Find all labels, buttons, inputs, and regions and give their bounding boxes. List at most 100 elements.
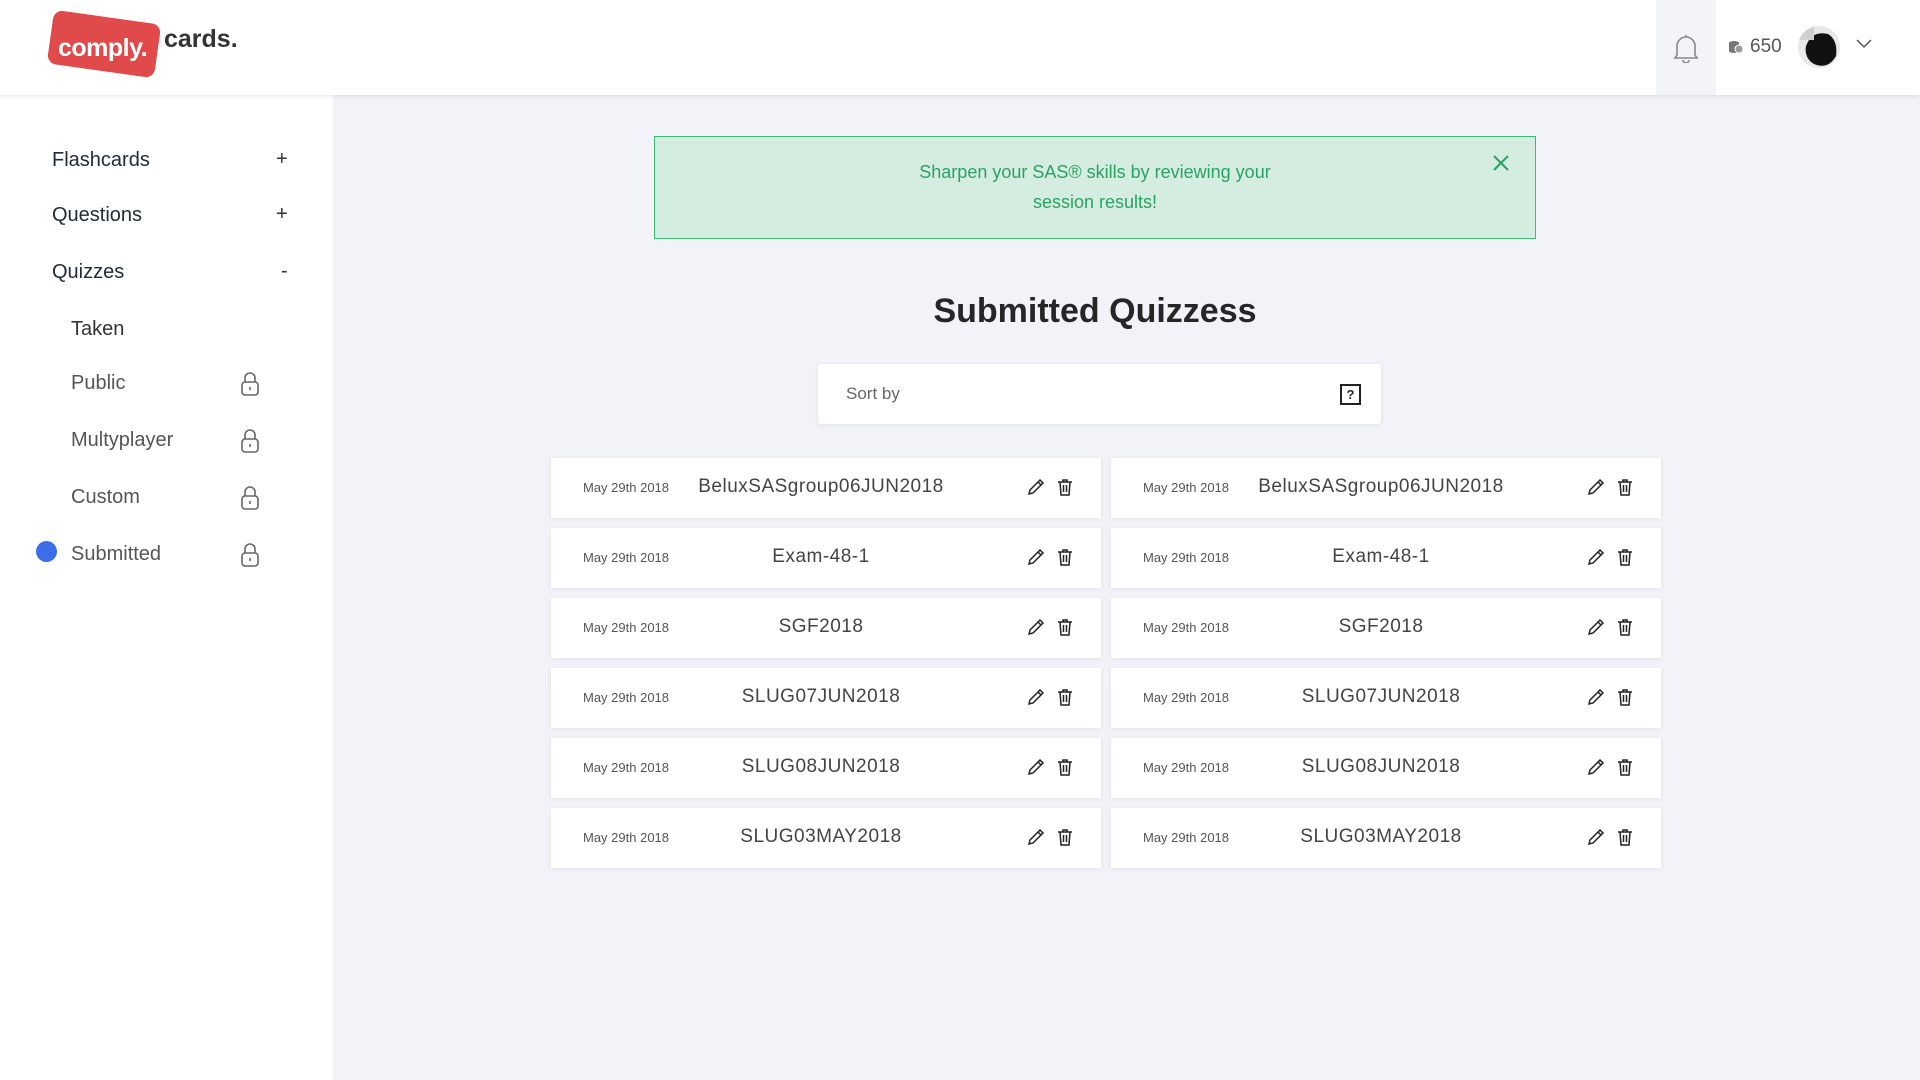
- quiz-name[interactable]: SGF2018: [1251, 616, 1511, 638]
- trash-icon[interactable]: [1617, 618, 1633, 636]
- logo-text: cards.: [164, 24, 238, 53]
- quiz-card[interactable]: May 29th 2018 Exam-48-1: [1111, 528, 1661, 588]
- quiz-card[interactable]: May 29th 2018 SLUG07JUN2018: [551, 668, 1101, 728]
- pencil-icon[interactable]: [1587, 688, 1605, 706]
- account-menu-toggle[interactable]: [1856, 36, 1872, 54]
- quiz-card[interactable]: May 29th 2018 SGF2018: [1111, 598, 1661, 658]
- user-avatar-icon: [1798, 26, 1840, 68]
- trash-icon[interactable]: [1617, 548, 1633, 566]
- trash-icon[interactable]: [1057, 828, 1073, 846]
- quiz-name[interactable]: SLUG08JUN2018: [1251, 756, 1511, 778]
- quiz-card[interactable]: May 29th 2018 BeluxSASgroup06JUN2018: [551, 458, 1101, 518]
- pencil-icon[interactable]: [1027, 478, 1045, 496]
- pencil-icon[interactable]: [1027, 828, 1045, 846]
- expand-flashcards-button[interactable]: +: [276, 148, 288, 171]
- sidebar-item-quizzes[interactable]: Quizzes: [52, 261, 124, 284]
- sidebar-item-flashcards[interactable]: Flashcards: [52, 149, 150, 172]
- sidebar-item-public[interactable]: Public: [71, 372, 125, 395]
- quiz-date: May 29th 2018: [583, 690, 670, 705]
- sort-field[interactable]: ?: [818, 364, 1381, 424]
- quiz-date: May 29th 2018: [583, 550, 670, 565]
- quiz-card[interactable]: May 29th 2018 SLUG03MAY2018: [1111, 808, 1661, 868]
- sidebar: Flashcards + Questions + Quizzes - Taken…: [0, 95, 333, 1080]
- trash-icon[interactable]: [1617, 758, 1633, 776]
- quiz-grid: May 29th 2018 BeluxSASgroup06JUN2018 May…: [551, 458, 1661, 868]
- pencil-icon[interactable]: [1027, 758, 1045, 776]
- lock-icon: [241, 372, 259, 396]
- quiz-date: May 29th 2018: [1143, 620, 1230, 635]
- sidebar-item-submitted[interactable]: Submitted: [71, 543, 161, 566]
- quiz-name[interactable]: SLUG08JUN2018: [691, 756, 951, 778]
- trash-icon[interactable]: [1057, 688, 1073, 706]
- quiz-name[interactable]: BeluxSASgroup06JUN2018: [1251, 476, 1511, 498]
- sidebar-item-custom[interactable]: Custom: [71, 486, 140, 509]
- quiz-date: May 29th 2018: [1143, 760, 1230, 775]
- collapse-quizzes-button[interactable]: -: [281, 260, 288, 283]
- quiz-card[interactable]: May 29th 2018 BeluxSASgroup06JUN2018: [1111, 458, 1661, 518]
- sidebar-item-multyplayer[interactable]: Multyplayer: [71, 429, 173, 452]
- pencil-icon[interactable]: [1027, 548, 1045, 566]
- quiz-name[interactable]: SLUG03MAY2018: [691, 826, 951, 848]
- quiz-card[interactable]: May 29th 2018 SLUG07JUN2018: [1111, 668, 1661, 728]
- sidebar-item-questions[interactable]: Questions: [52, 204, 142, 227]
- quiz-date: May 29th 2018: [1143, 480, 1230, 495]
- info-alert: Sharpen your SAS® skills by reviewing yo…: [654, 136, 1536, 239]
- quiz-name[interactable]: Exam-48-1: [1251, 546, 1511, 568]
- coins-icon: [1729, 41, 1744, 54]
- trash-icon[interactable]: [1617, 688, 1633, 706]
- trash-icon[interactable]: [1057, 548, 1073, 566]
- quiz-card[interactable]: May 29th 2018 SLUG08JUN2018: [551, 738, 1101, 798]
- quiz-card[interactable]: May 29th 2018 SLUG03MAY2018: [551, 808, 1101, 868]
- quiz-date: May 29th 2018: [583, 830, 670, 845]
- quiz-card[interactable]: May 29th 2018 Exam-48-1: [551, 528, 1101, 588]
- expand-questions-button[interactable]: +: [276, 203, 288, 226]
- quiz-card[interactable]: May 29th 2018 SGF2018: [551, 598, 1101, 658]
- alert-text-line-1: Sharpen your SAS® skills by reviewing yo…: [919, 162, 1271, 182]
- coin-balance: 650: [1728, 36, 1782, 58]
- pencil-icon[interactable]: [1587, 618, 1605, 636]
- trash-icon[interactable]: [1617, 478, 1633, 496]
- active-indicator-dot: [36, 541, 57, 562]
- quiz-name[interactable]: Exam-48-1: [691, 546, 951, 568]
- sort-input[interactable]: [846, 384, 1306, 404]
- trash-icon[interactable]: [1057, 758, 1073, 776]
- quiz-name[interactable]: SLUG07JUN2018: [1251, 686, 1511, 708]
- logo-badge-text: comply.: [58, 34, 148, 62]
- quiz-date: May 29th 2018: [583, 620, 670, 635]
- pencil-icon[interactable]: [1587, 758, 1605, 776]
- help-icon[interactable]: ?: [1340, 384, 1361, 405]
- pencil-icon[interactable]: [1027, 688, 1045, 706]
- lock-icon: [241, 486, 259, 510]
- notifications-button[interactable]: [1656, 0, 1716, 95]
- quiz-date: May 29th 2018: [1143, 690, 1230, 705]
- quiz-date: May 29th 2018: [583, 480, 670, 495]
- chevron-down-icon: [1856, 39, 1872, 49]
- pencil-icon[interactable]: [1587, 478, 1605, 496]
- quiz-name[interactable]: SGF2018: [691, 616, 951, 638]
- pencil-icon[interactable]: [1027, 618, 1045, 636]
- alert-text-line-2: session results!: [1032, 192, 1158, 212]
- logo-badge: comply.: [46, 9, 162, 79]
- avatar[interactable]: [1798, 26, 1840, 68]
- quiz-name[interactable]: SLUG07JUN2018: [691, 686, 951, 708]
- close-icon[interactable]: [1493, 155, 1509, 171]
- quiz-date: May 29th 2018: [583, 760, 670, 775]
- quiz-date: May 29th 2018: [1143, 550, 1230, 565]
- lock-icon: [241, 543, 259, 567]
- sidebar-item-taken[interactable]: Taken: [71, 318, 124, 341]
- lock-icon: [241, 429, 259, 453]
- trash-icon[interactable]: [1057, 478, 1073, 496]
- quiz-name[interactable]: SLUG03MAY2018: [1251, 826, 1511, 848]
- quiz-name[interactable]: BeluxSASgroup06JUN2018: [691, 476, 951, 498]
- logo[interactable]: comply. cards.: [46, 9, 238, 79]
- coin-count: 650: [1750, 36, 1782, 57]
- quiz-card[interactable]: May 29th 2018 SLUG08JUN2018: [1111, 738, 1661, 798]
- pencil-icon[interactable]: [1587, 548, 1605, 566]
- pencil-icon[interactable]: [1587, 828, 1605, 846]
- trash-icon[interactable]: [1617, 828, 1633, 846]
- page-title: Submitted Quizzess: [933, 292, 1257, 330]
- top-header: comply. cards. 650: [0, 0, 1920, 95]
- bell-icon: [1673, 34, 1699, 63]
- quiz-date: May 29th 2018: [1143, 830, 1230, 845]
- trash-icon[interactable]: [1057, 618, 1073, 636]
